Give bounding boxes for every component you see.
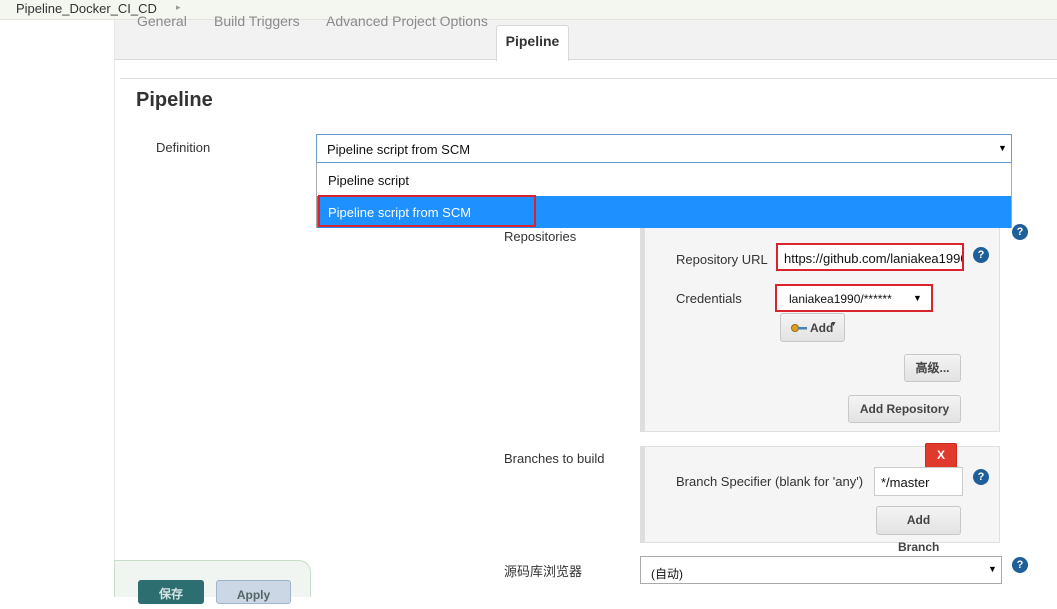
tab-general[interactable]: General (137, 13, 187, 29)
tab-build-triggers[interactable]: Build Triggers (214, 13, 300, 29)
repository-url-label: Repository URL (676, 252, 768, 267)
definition-selected-value: Pipeline script from SCM (327, 142, 471, 157)
help-icon[interactable]: ? (973, 469, 989, 485)
branches-to-build-label: Branches to build (504, 451, 605, 466)
option-label: Pipeline script (328, 173, 409, 188)
credentials-label: Credentials (676, 291, 742, 306)
breadcrumb-separator-icon[interactable]: ▸ (176, 2, 181, 13)
repo-browser-value: (自动) (651, 567, 683, 581)
option-pipeline-script[interactable]: Pipeline script (317, 163, 1011, 196)
credentials-value: laniakea1990/****** (789, 292, 892, 306)
chevron-down-icon: ▼ (913, 293, 922, 303)
repo-browser-select[interactable]: (自动) ▼ (640, 556, 1002, 584)
tab-pipeline[interactable]: Pipeline (496, 25, 569, 61)
delete-branch-button[interactable]: X (925, 443, 957, 468)
chevron-down-icon: ▼ (998, 143, 1007, 153)
section-divider (120, 78, 1057, 79)
branch-specifier-label: Branch Specifier (blank for 'any') (676, 474, 864, 489)
breadcrumb-item-project[interactable]: Pipeline_Docker_CI_CD (16, 1, 157, 16)
help-icon[interactable]: ? (1012, 224, 1028, 240)
annotation-highlight-box (318, 195, 536, 227)
repository-url-input[interactable]: https://github.com/laniakea1990/ (776, 243, 964, 271)
left-panel-divider (114, 20, 115, 597)
add-repository-button[interactable]: Add Repository (848, 395, 961, 423)
tab-advanced-project-options[interactable]: Advanced Project Options (326, 13, 488, 29)
repositories-label: Repositories (504, 229, 577, 244)
add-branch-sub-label: Branch (898, 540, 940, 554)
definition-select[interactable]: Pipeline script from SCM ▼ (316, 134, 1012, 163)
add-branch-button[interactable]: Add (876, 506, 961, 535)
help-icon[interactable]: ? (1012, 557, 1028, 573)
credentials-select[interactable]: laniakea1990/****** ▼ (775, 284, 933, 312)
key-icon (791, 324, 807, 332)
definition-label: Definition (156, 140, 211, 155)
save-button[interactable]: 保存 (138, 580, 204, 604)
repo-browser-label: 源码库浏览器 (504, 564, 583, 579)
advanced-button[interactable]: 高级... (904, 354, 961, 382)
chevron-down-icon: ▼ (988, 564, 997, 574)
definition-dropdown-list: Pipeline script Pipeline script from SCM (316, 163, 1012, 228)
add-credentials-button[interactable]: Add ▼ (780, 313, 845, 342)
help-icon[interactable]: ? (973, 247, 989, 263)
branch-specifier-input[interactable]: */master (874, 467, 963, 496)
section-title: Pipeline (136, 89, 213, 111)
chevron-down-icon: ▼ (830, 321, 837, 328)
apply-button[interactable]: Apply (216, 580, 291, 604)
